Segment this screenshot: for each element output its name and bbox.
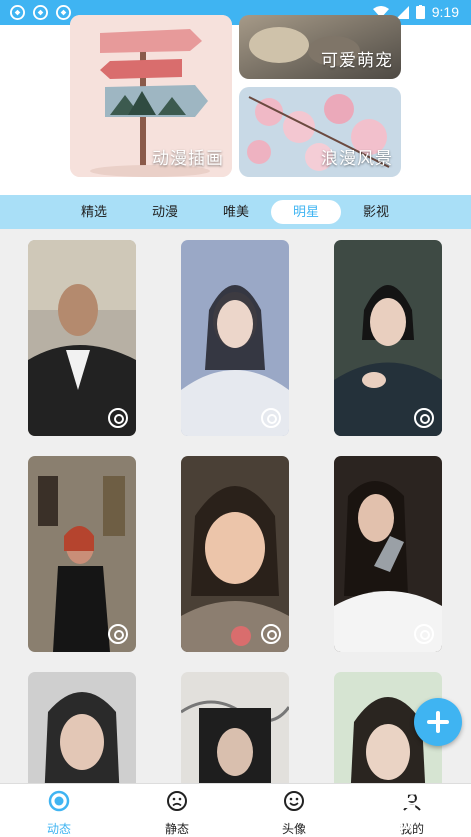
nav-label: 静态 xyxy=(164,822,189,836)
avatar-face-icon xyxy=(284,791,304,811)
nav-label: 头像 xyxy=(281,822,306,836)
nav-static[interactable]: 静态 xyxy=(147,790,207,837)
tab-celebrity[interactable]: 明星 xyxy=(271,200,341,224)
wallpaper-image xyxy=(28,240,136,436)
static-face-icon xyxy=(167,791,187,811)
live-wallpaper-icon xyxy=(261,408,281,428)
live-icon xyxy=(48,790,70,812)
live-wallpaper-icon xyxy=(261,624,281,644)
tab-aesthetic[interactable]: 唯美 xyxy=(208,200,264,224)
tab-anime[interactable]: 动漫 xyxy=(137,200,193,224)
tab-film[interactable]: 影视 xyxy=(348,200,404,224)
banner-card-pets[interactable]: 可爱萌宠 xyxy=(239,15,401,79)
wallpaper-tile[interactable] xyxy=(334,456,442,652)
banner: 动漫插画 可爱萌宠 浪漫风景 xyxy=(0,15,471,195)
banner-card-anime[interactable]: 动漫插画 xyxy=(70,15,232,177)
live-wallpaper-icon xyxy=(108,408,128,428)
wallpaper-tile[interactable] xyxy=(181,456,289,652)
wallpaper-image xyxy=(334,456,442,652)
wallpaper-image xyxy=(181,240,289,436)
bottom-navigation: 动态 静态 头像 我的 962.NET 乐游网 xyxy=(0,783,471,837)
wallpaper-image xyxy=(181,672,289,783)
watermark-brand: 962.NET xyxy=(334,789,431,814)
watermark-sub: 乐游网 xyxy=(372,817,414,833)
app-notification-icon xyxy=(10,5,25,20)
wallpaper-tile[interactable] xyxy=(334,240,442,436)
notification-icons xyxy=(10,5,71,20)
clock: 9:19 xyxy=(431,4,459,20)
wallpaper-tile[interactable] xyxy=(28,672,136,783)
category-tabs: 精选 动漫 唯美 明星 影视 xyxy=(0,195,471,229)
nav-dynamic[interactable]: 动态 xyxy=(29,790,89,837)
wallpaper-tile[interactable] xyxy=(181,672,289,783)
signal-icon xyxy=(395,5,409,19)
wallpaper-image xyxy=(181,456,289,652)
nav-label: 动态 xyxy=(46,822,71,836)
wallpaper-image xyxy=(28,456,136,652)
wallpaper-tile[interactable] xyxy=(181,240,289,436)
tab-featured[interactable]: 精选 xyxy=(66,200,122,224)
app-notification-icon xyxy=(56,5,71,20)
banner-card-scenery[interactable]: 浪漫风景 xyxy=(239,87,401,177)
wallpaper-tile[interactable] xyxy=(28,456,136,652)
banner-card-label: 可爱萌宠 xyxy=(321,51,393,70)
live-wallpaper-icon xyxy=(414,624,434,644)
battery-icon xyxy=(415,5,425,19)
wallpaper-tile[interactable] xyxy=(28,240,136,436)
nav-avatar[interactable]: 头像 xyxy=(264,790,324,837)
wallpaper-image xyxy=(28,672,136,783)
banner-card-label: 浪漫风景 xyxy=(321,149,393,168)
live-wallpaper-icon xyxy=(414,408,434,428)
banner-card-label: 动漫插画 xyxy=(152,149,224,168)
live-wallpaper-icon xyxy=(108,624,128,644)
wallpaper-grid xyxy=(0,229,471,783)
site-watermark: 962.NET 乐游网 xyxy=(330,787,465,835)
wallpaper-image xyxy=(334,240,442,436)
add-button[interactable] xyxy=(414,698,462,746)
app-notification-icon xyxy=(33,5,48,20)
